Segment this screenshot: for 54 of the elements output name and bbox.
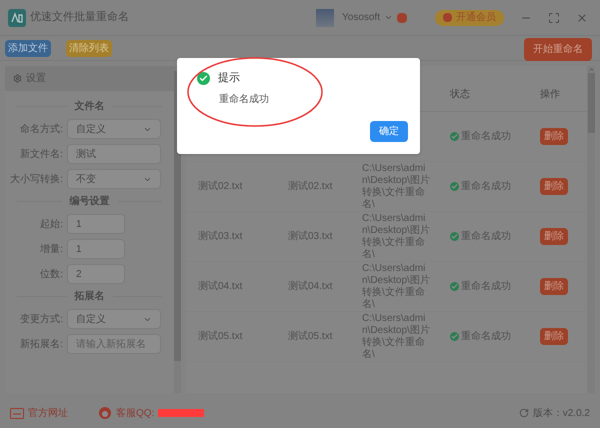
maximize-icon[interactable] xyxy=(548,12,560,24)
field-label: 变更方式: xyxy=(19,312,63,326)
redaction-bar xyxy=(158,409,204,417)
field-label: 增量: xyxy=(39,242,63,256)
website-link[interactable]: 官方网址 xyxy=(28,406,68,420)
input-field[interactable]: 1 xyxy=(67,214,125,234)
section-heading: 文件名 xyxy=(74,100,104,114)
section-heading: 拓展名 xyxy=(74,290,104,304)
dialog-title: 提示 xyxy=(218,71,240,86)
delete-button[interactable]: 删除 xyxy=(540,278,568,295)
support-agent-icon xyxy=(98,406,112,420)
close-icon[interactable] xyxy=(576,12,588,24)
success-check-icon xyxy=(450,282,459,291)
success-check-icon xyxy=(450,182,459,191)
column-header: 操作 xyxy=(539,88,561,102)
website-icon xyxy=(10,408,24,418)
success-check-icon xyxy=(450,332,459,341)
select-field[interactable]: 自定义 xyxy=(67,309,161,329)
section-heading: 编号设置 xyxy=(70,194,110,209)
field-label: 新文件名: xyxy=(19,148,63,162)
column-header: 状态 xyxy=(449,88,471,102)
user-name: Yososoft xyxy=(342,11,380,25)
toolbar-button[interactable]: 清除列表 xyxy=(66,40,112,56)
select-field[interactable]: 不变 xyxy=(67,169,161,189)
delete-button[interactable]: 删除 xyxy=(540,328,568,345)
field-label: 起始: xyxy=(39,218,63,232)
ok-button[interactable]: 确定 xyxy=(370,121,408,142)
settings-icon xyxy=(13,74,22,83)
toolbar-button[interactable]: 添加文件 xyxy=(5,40,51,56)
success-check-icon xyxy=(450,232,459,241)
version-text: 版本：v2.0.2 xyxy=(532,406,590,420)
field-label: 命名方式: xyxy=(19,122,63,136)
scrollbar-thumb[interactable] xyxy=(588,73,594,133)
delete-button[interactable]: 删除 xyxy=(540,128,568,145)
scroll-up-icon[interactable] xyxy=(588,66,594,73)
chevron-down-icon[interactable] xyxy=(384,13,393,22)
field-label: 大小写转换: xyxy=(9,172,63,186)
input-field[interactable]: 2 xyxy=(67,264,125,284)
start-rename-button[interactable]: 开始重命名 xyxy=(524,38,592,61)
window-title: 优速文件批量重命名 xyxy=(30,10,129,26)
delete-button[interactable]: 删除 xyxy=(540,228,568,245)
dialog-message: 重命名成功 xyxy=(219,92,270,106)
input-field[interactable]: 测试 xyxy=(67,144,161,164)
refresh-icon[interactable] xyxy=(518,408,529,418)
field-label: 位数: xyxy=(39,268,63,282)
success-icon xyxy=(197,72,210,85)
input-field[interactable]: 1 xyxy=(67,239,125,259)
success-check-icon xyxy=(450,132,459,141)
select-field[interactable]: 自定义 xyxy=(67,119,161,139)
support-qq-label: 客服QQ: xyxy=(116,406,154,420)
delete-button[interactable]: 删除 xyxy=(540,178,568,195)
field-label: 新拓展名: xyxy=(19,338,63,352)
app-logo-icon xyxy=(8,8,26,26)
avatar-photo-placeholder xyxy=(316,8,334,26)
